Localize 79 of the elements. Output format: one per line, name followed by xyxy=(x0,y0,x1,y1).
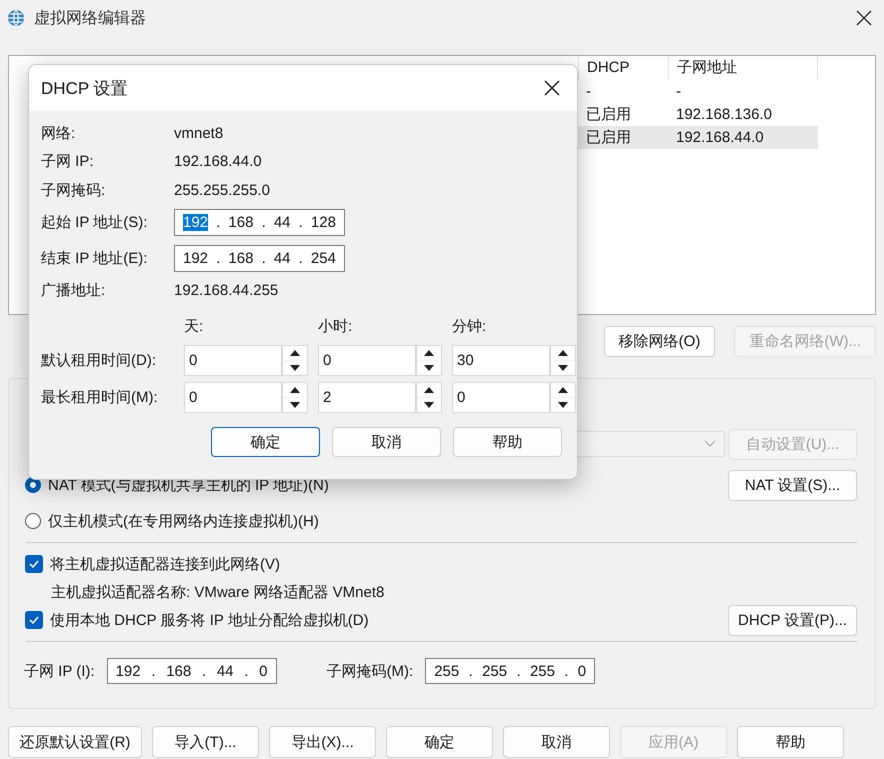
ip-field[interactable]: 255 . 255 . 255 . 0 xyxy=(425,658,596,684)
field-value: vmnet8 xyxy=(174,124,224,142)
table-cell-text: 192.168.44.0 xyxy=(675,128,765,148)
spin-buttons[interactable] xyxy=(550,382,576,413)
button[interactable]: 帮助 xyxy=(453,427,562,457)
spin-field[interactable]: 0 xyxy=(318,345,416,376)
spin-field[interactable]: 0 xyxy=(184,345,282,376)
spin-field[interactable]: 30 xyxy=(452,345,550,376)
button[interactable]: 帮助 xyxy=(737,726,844,758)
radio-label: 仅主机模式(在专用网络内连接虚拟机)(H) xyxy=(48,512,319,530)
ip-octet: 128 xyxy=(310,214,336,231)
spin-buttons[interactable] xyxy=(416,345,442,376)
button[interactable]: 移除网络(O) xyxy=(604,326,716,357)
table-cell-text: - xyxy=(675,82,682,102)
button[interactable]: 取消 xyxy=(332,427,441,457)
button[interactable]: 还原默认设置(R) xyxy=(8,726,142,758)
field-label: 子网掩码: xyxy=(41,180,106,200)
globe-icon xyxy=(6,8,26,28)
field-label: 网络: xyxy=(41,124,76,143)
ip-field[interactable]: 192 . 168 . 44 . 254 xyxy=(174,245,345,272)
ip-octet: 192 xyxy=(183,214,208,231)
button[interactable]: 导入(T)... xyxy=(152,726,259,758)
field-value: 192.168.44.255 xyxy=(174,282,278,300)
ip-octet: 44 xyxy=(274,250,291,267)
spin-buttons[interactable] xyxy=(550,345,576,376)
button[interactable]: 导出(X)... xyxy=(269,726,376,758)
checkbox-label: 将主机虚拟适配器连接到此网络(V) xyxy=(50,554,280,574)
chevron-icon xyxy=(704,440,716,448)
field-label: 默认租用时间(D): xyxy=(41,351,157,370)
spin-field[interactable]: 0 xyxy=(452,382,550,413)
column-label: 小时: xyxy=(318,317,354,337)
table-cell-text: 已启用 xyxy=(585,105,632,125)
field-label: 子网 IP: xyxy=(41,152,95,172)
ip-octet: 254 xyxy=(310,250,336,267)
button[interactable]: 确定 xyxy=(386,726,493,758)
field-label: 子网 IP (I): xyxy=(24,662,95,680)
field-label: 结束 IP 地址(E): xyxy=(41,249,148,268)
button[interactable]: 取消 xyxy=(503,726,610,758)
spin-field[interactable]: 2 xyxy=(318,382,416,413)
window-title: 虚拟网络编辑器 xyxy=(34,8,147,28)
close-icon[interactable] xyxy=(856,10,872,26)
button[interactable]: DHCP 设置(P)... xyxy=(728,604,857,636)
field-label: 子网掩码(M): xyxy=(326,662,414,680)
table-row[interactable]: 已启用 192.168.44.0 xyxy=(578,126,818,149)
check-icon xyxy=(28,614,40,626)
radio-button[interactable] xyxy=(25,477,41,493)
radio-button[interactable] xyxy=(25,513,41,529)
spin-buttons[interactable] xyxy=(416,382,442,413)
check-icon xyxy=(28,558,40,570)
field-label: 起始 IP 地址(S): xyxy=(41,213,148,232)
table-row[interactable]: 已启用 192.168.136.0 xyxy=(578,103,818,126)
ip-octet: 168 xyxy=(228,214,254,231)
ip-octet: 168 xyxy=(228,250,254,267)
field-value: 255.255.255.0 xyxy=(174,182,270,199)
button[interactable]: NAT 设置(S)... xyxy=(728,470,857,500)
table-cell-text: - xyxy=(585,82,592,102)
column-label: 天: xyxy=(184,317,204,337)
dialog-title: DHCP 设置 xyxy=(41,78,128,100)
checkbox[interactable] xyxy=(25,555,43,573)
spin-buttons[interactable] xyxy=(282,382,308,413)
checkbox[interactable] xyxy=(25,611,43,629)
table-cell-text: 192.168.136.0 xyxy=(675,105,773,125)
spin-buttons[interactable] xyxy=(282,345,308,376)
button[interactable]: 确定 xyxy=(211,427,320,457)
ip-field[interactable]: 192 . 168 . 44 . 128 xyxy=(174,209,345,236)
table-cell-text: 已启用 xyxy=(585,128,632,148)
column-header[interactable]: 子网地址 xyxy=(668,56,818,80)
ip-octet: 44 xyxy=(274,214,291,231)
close-icon[interactable] xyxy=(544,80,560,96)
table-row[interactable]: - - xyxy=(578,80,818,103)
field-label: 广播地址: xyxy=(41,281,106,300)
ip-field[interactable]: 192 . 168 . 44 . 0 xyxy=(106,658,277,684)
field-label: 最长租用时间(M): xyxy=(41,388,159,407)
field-value: 192.168.44.0 xyxy=(174,153,262,170)
checkbox-label: 使用本地 DHCP 服务将 IP 地址分配给虚拟机(D) xyxy=(50,610,369,630)
ip-octet: 192 xyxy=(183,250,208,267)
adapter-name-text: 主机虚拟适配器名称: VMware 网络适配器 VMnet8 xyxy=(51,582,384,602)
column-label: 分钟: xyxy=(452,317,488,337)
spin-field[interactable]: 0 xyxy=(184,382,282,413)
